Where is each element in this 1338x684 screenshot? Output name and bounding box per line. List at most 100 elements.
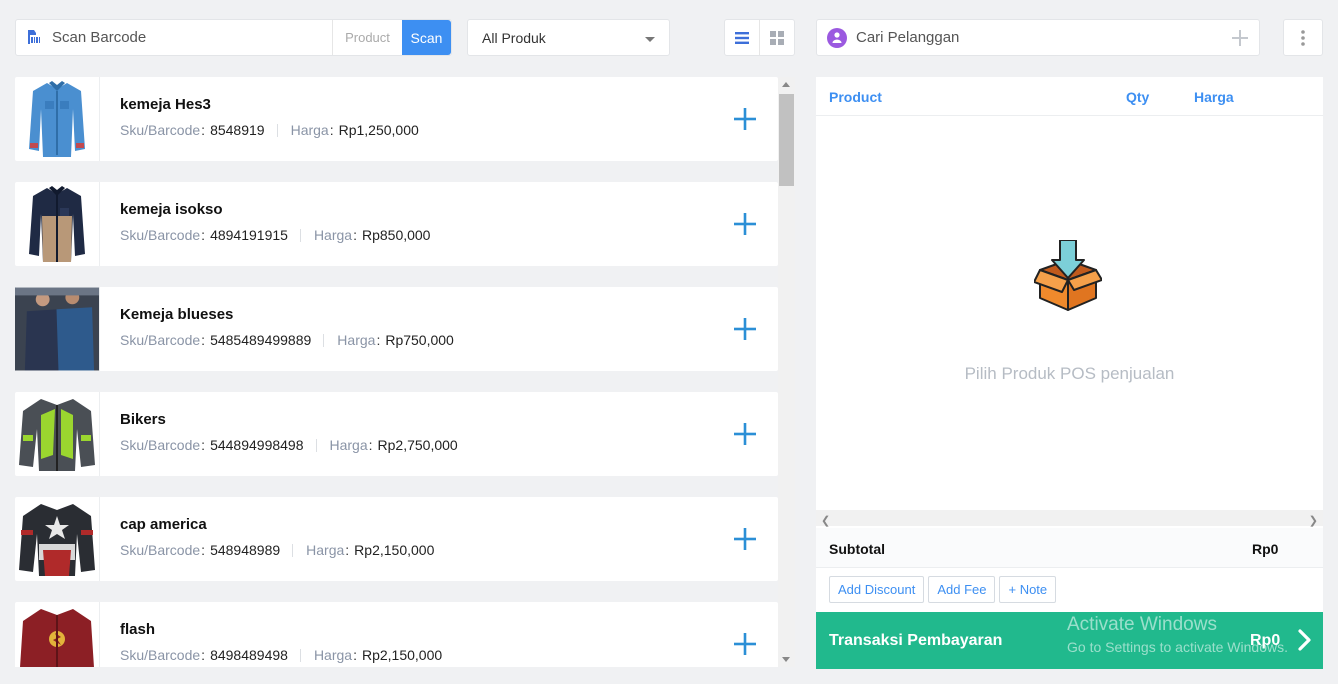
watermark-title: Activate Windows [1067,614,1217,635]
sku-value: 8548919 [210,122,265,138]
price-label: Harga [337,332,376,348]
payment-label: Transaksi Pembayaran [829,632,1003,649]
plus-icon [734,108,756,130]
list-icon [735,31,749,44]
plus-icon [734,423,756,445]
windows-activation-watermark: Activate Windows Go to Settings to activ… [1067,614,1288,655]
scroll-down-icon[interactable] [782,657,790,662]
product-name: cap america [120,516,207,533]
price-label: Harga [329,437,368,453]
price-label: Harga [313,227,353,243]
product-image [15,602,100,667]
barcode-search-box: Product Scan [15,19,452,56]
product-info: cap america Sku/Barcode: 548948989 Harga… [100,497,712,581]
empty-box-icon [1034,240,1102,311]
search-mode-product[interactable]: Product [332,20,402,55]
add-to-cart-button[interactable] [712,392,778,476]
sku-value: 5485489499889 [210,332,312,348]
product-info: flash Sku/Barcode: 8498489498 Harga: Rp2… [100,602,712,667]
cart-col-qty: Qty [1126,89,1150,105]
sku-label: Sku/Barcode [120,332,201,348]
add-to-cart-button[interactable] [712,182,778,266]
price-value: Rp2,750,000 [377,437,458,453]
product-info: kemeja isokso Sku/Barcode: 4894191915 Ha… [100,182,712,266]
sku-label: Sku/Barcode [120,647,201,663]
chevron-right-icon [1298,629,1311,651]
product-info: kemeja Hes3 Sku/Barcode: 8548919 Harga: … [100,77,712,161]
more-options-button[interactable] [1283,19,1323,56]
scroll-up-icon[interactable] [782,82,790,87]
sku-value: 544894998498 [210,437,304,453]
scrollbar-thumb[interactable] [779,94,794,186]
scan-button[interactable]: Scan [402,20,451,55]
add-fee-button[interactable]: Add Fee [928,576,996,603]
customer-search-input[interactable] [856,29,1221,46]
plus-icon [734,213,756,235]
price-label: Harga [313,647,353,663]
sku-label: Sku/Barcode [120,227,201,243]
product-list: kemeja Hes3 Sku/Barcode: 8548919 Harga: … [15,77,796,667]
product-info: Bikers Sku/Barcode: 544894998498 Harga: … [100,392,712,476]
add-to-cart-button[interactable] [712,77,778,161]
product-name: flash [120,621,156,638]
product-info: Kemeja blueses Sku/Barcode: 548548949988… [100,287,712,371]
price-value: Rp750,000 [385,332,454,348]
product-card: cap america Sku/Barcode: 548948989 Harga… [15,497,778,581]
product-name: kemeja isokso [120,201,223,218]
cart-col-product: Product [829,89,882,105]
price-value: Rp850,000 [361,227,431,243]
sku-value: 548948989 [210,542,281,558]
cart-horizontal-scrollbar[interactable]: ❮ ❯ [816,510,1323,527]
grid-view-button[interactable] [759,20,794,55]
sku-value: 8498489498 [210,647,288,663]
category-select[interactable]: All Produk [467,19,670,56]
product-card: kemeja isokso Sku/Barcode: 4894191915 Ha… [15,182,778,266]
price-value: Rp1,250,000 [338,122,419,138]
plus-icon [734,318,756,340]
category-select-value: All Produk [482,29,546,46]
kebab-menu-icon [1301,29,1305,46]
sku-value: 4894191915 [210,227,288,243]
add-discount-button[interactable]: Add Discount [829,576,925,603]
grid-icon [770,30,784,45]
add-to-cart-button[interactable] [712,497,778,581]
product-name: Kemeja blueses [120,306,234,323]
user-icon [827,27,847,48]
subtotal-label: Subtotal [829,541,885,557]
cart-table-header: Product Qty Harga [816,77,1323,116]
scroll-left-icon[interactable]: ❮ [821,514,830,527]
product-name: Bikers [120,411,166,428]
price-label: Harga [306,542,345,558]
plus-icon [734,528,756,550]
product-image [15,287,100,371]
price-value: Rp2,150,000 [354,542,435,558]
add-customer-button[interactable] [1221,20,1259,55]
product-card: flash Sku/Barcode: 8498489498 Harga: Rp2… [15,602,778,667]
sku-label: Sku/Barcode [120,542,201,558]
chevron-down-icon [645,37,655,42]
product-name: kemeja Hes3 [120,96,211,113]
product-card: Kemeja blueses Sku/Barcode: 548548949988… [15,287,778,371]
add-note-button[interactable]: + Note [999,576,1057,603]
add-to-cart-button[interactable] [712,602,778,667]
price-value: Rp2,150,000 [361,647,443,663]
plus-icon [734,633,756,655]
empty-cart-message: Pilih Produk POS penjualan [964,364,1175,383]
subtotal-value: Rp0 [1252,541,1279,557]
product-card: Bikers Sku/Barcode: 544894998498 Harga: … [15,392,778,476]
scroll-right-icon[interactable]: ❯ [1309,514,1318,527]
add-to-cart-button[interactable] [712,287,778,371]
product-image [15,182,100,266]
barcode-input[interactable] [52,20,332,55]
product-image [15,497,100,581]
cart-col-price: Harga [1194,89,1234,105]
view-toggle [724,19,795,56]
watermark-subtitle: Go to Settings to activate Windows. [1067,639,1288,655]
product-image [15,77,100,161]
barcode-scanner-icon [16,20,52,55]
customer-search-box [816,19,1260,56]
list-view-button[interactable] [725,20,759,55]
price-label: Harga [290,122,329,138]
product-list-scrollbar[interactable] [778,77,795,667]
product-card: kemeja Hes3 Sku/Barcode: 8548919 Harga: … [15,77,778,161]
